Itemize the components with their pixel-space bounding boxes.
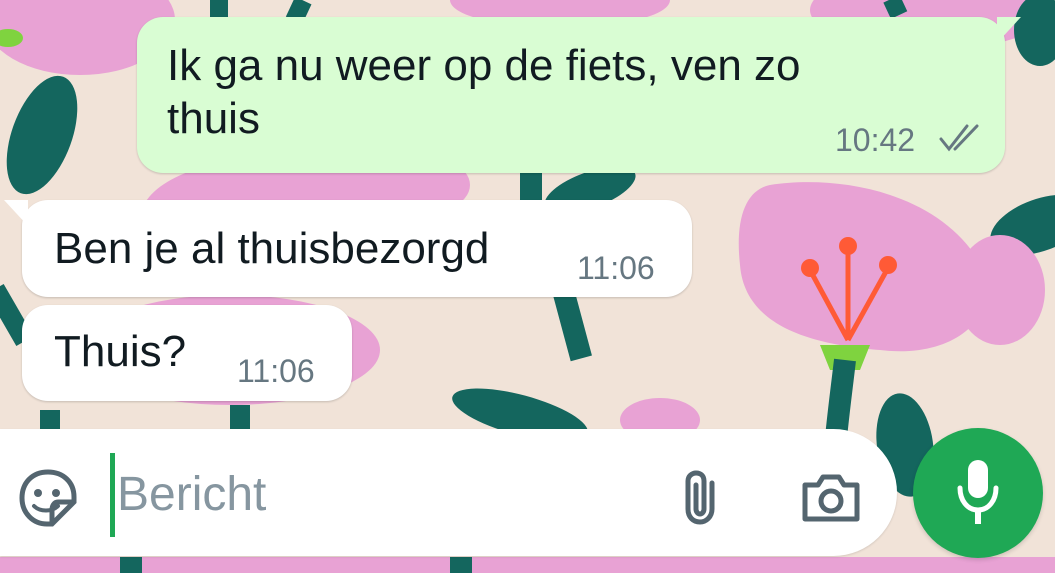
camera-icon[interactable] (800, 473, 862, 523)
text-cursor (110, 453, 115, 537)
voice-record-button[interactable] (913, 428, 1043, 558)
double-check-icon (939, 124, 979, 152)
outgoing-message-bubble[interactable]: Ik ga nu weer op de fiets, ven zo thuis … (137, 17, 1021, 173)
message-text: Thuis? (54, 327, 187, 376)
incoming-message-bubble[interactable]: Ben je al thuisbezorgd 11:06 (4, 200, 692, 297)
bubble-tail-icon (997, 17, 1021, 43)
message-composer: Bericht (0, 429, 897, 556)
message-time: 11:06 (237, 353, 315, 389)
message-time: 11:06 (577, 250, 655, 286)
message-time: 10:42 (835, 122, 916, 158)
sticker-icon[interactable] (18, 468, 78, 528)
message-text-line-2: thuis (167, 94, 260, 143)
bubble-tail-icon (4, 200, 28, 226)
message-input[interactable]: Bericht (117, 467, 266, 522)
message-text: Ben je al thuisbezorgd (54, 224, 490, 273)
message-text: Ik ga nu weer op de fiets, ven zo (167, 41, 801, 90)
incoming-message-bubble[interactable]: Thuis? 11:06 (22, 305, 352, 401)
mic-icon (957, 460, 999, 524)
attach-icon[interactable] (678, 469, 722, 527)
